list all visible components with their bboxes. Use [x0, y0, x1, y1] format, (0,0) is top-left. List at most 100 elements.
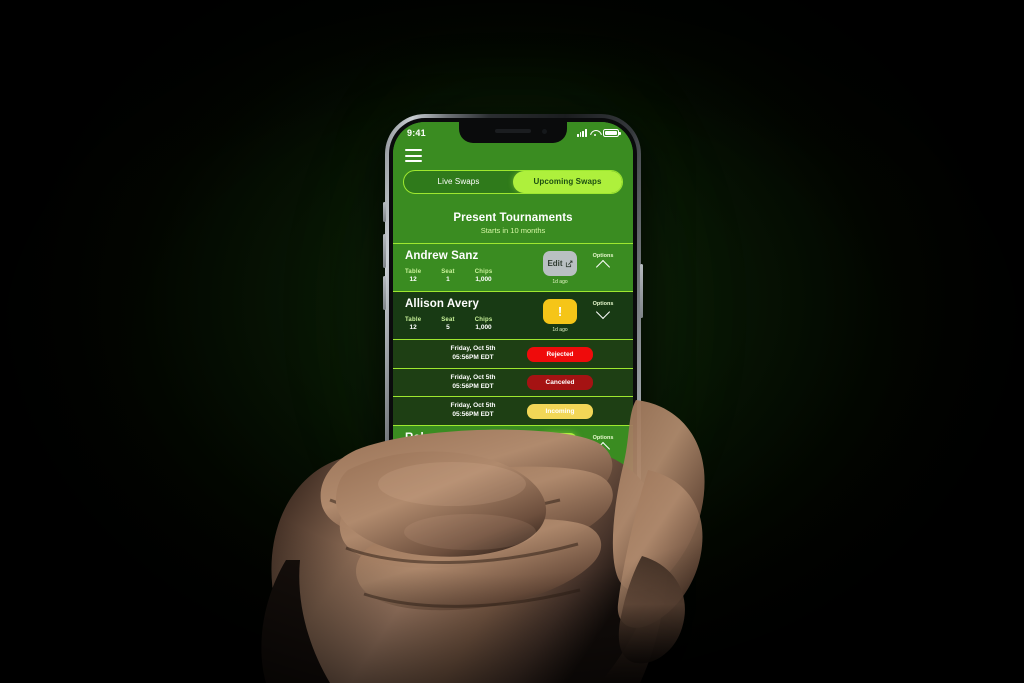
section-subtitle: Starts in 10 months [480, 226, 546, 236]
front-camera [542, 129, 547, 134]
stat-table: Table Table [405, 450, 422, 465]
volume-down-button[interactable] [383, 276, 386, 310]
swap-card-action: Edit 1d ago [537, 251, 583, 285]
stat-label-table: Table [405, 450, 422, 457]
timestamp-ago: 1d ago [552, 460, 568, 467]
page-title: Present Tournaments [453, 212, 573, 225]
stat-chips: Chips 1,000 [475, 269, 493, 284]
nav-label-line1: Event [580, 589, 596, 596]
swaps-feed: Andrew Sanz Table 12 Seat 1 Chips 1,000 … [393, 243, 633, 558]
status-date-line2: 05:56PM EDT [452, 354, 494, 362]
stat-label-chips: Chips [474, 268, 493, 275]
screenshot-stage: 9:41 Live Swaps Upcoming Swaps Present T… [0, 0, 1024, 683]
phone-screen: 9:41 Live Swaps Upcoming Swaps Present T… [393, 122, 633, 624]
tab-live-swaps[interactable]: Live Swaps [404, 171, 513, 193]
nav-label-line1: Event [505, 589, 521, 596]
status-date: Friday, Oct 5th 05:56PM EDT [433, 345, 513, 363]
stat-label-chips: Chips [474, 316, 493, 323]
nav-item-active-swaps[interactable]: Active Swaps [413, 566, 464, 608]
player-name: Allison Avery [405, 298, 479, 311]
options-toggle[interactable]: Options [583, 301, 623, 320]
swap-card-info: Robert Benderson Table Table [405, 432, 537, 465]
player-stats: Table 12 Seat 5 Chips 1,000 [405, 317, 537, 332]
volume-up-button[interactable] [383, 234, 386, 268]
stat-table: Table 12 [405, 317, 421, 332]
phone-bezel: 9:41 Live Swaps Upcoming Swaps Present T… [389, 118, 637, 628]
feed-empty-space [393, 472, 633, 532]
stat-value-table: Table [405, 457, 422, 465]
status-date-line2: 05:56PM EDT [452, 411, 494, 419]
percent-add-button[interactable]: 10% + [543, 432, 577, 458]
options-toggle[interactable]: Options [583, 253, 623, 275]
edit-button[interactable]: Edit [543, 251, 577, 277]
app-container: 9:41 Live Swaps Upcoming Swaps Present T… [393, 122, 633, 624]
options-toggle[interactable]: Options [583, 434, 623, 457]
device-notch [459, 122, 567, 143]
trophy-icon [504, 572, 522, 587]
stat-value-chips: 1,000 [475, 276, 492, 284]
stat-seat: Seat 1 [441, 269, 454, 284]
nav-label-line2: Results [577, 596, 598, 603]
swap-card-allison-avery[interactable]: Allison Avery Table 12 Seat 5 Chips 1,00… [393, 291, 633, 340]
status-row[interactable]: Friday, Oct 5th 05:56PM EDT Canceled [393, 367, 633, 397]
timestamp-ago: 1d ago [552, 279, 568, 286]
status-row[interactable]: Friday, Oct 5th 05:56PM EDT Incoming [393, 396, 633, 425]
status-badge[interactable]: Canceled [527, 375, 593, 391]
tab-upcoming-swaps[interactable]: Upcoming Swaps [513, 171, 622, 194]
nav-label: Event Listing [504, 590, 522, 604]
section-header: Present Tournaments Starts in 10 months [393, 194, 633, 243]
player-name: Robert Benderson [405, 431, 507, 444]
stat-value-seat: 1 [446, 276, 450, 284]
swap-card-robert-benderson[interactable]: Robert Benderson Table Table 10% + 1d ag… [393, 424, 633, 473]
status-date: Friday, Oct 5th 05:56PM EDT [433, 402, 513, 420]
stat-label-seat: Seat [441, 268, 455, 275]
player-stats: Table Table [405, 450, 537, 465]
chevron-up-icon [595, 441, 611, 457]
stat-value-chips: 1,000 [475, 324, 492, 332]
alert-button[interactable]: ! [543, 299, 577, 325]
swap-card-info: Andrew Sanz Table 12 Seat 1 Chips 1,000 [405, 250, 537, 283]
money-speech-bubble-icon: $ [579, 572, 597, 587]
timestamp-ago: 1d ago [552, 327, 568, 334]
swap-card-action: 10% + 1d ago [537, 432, 583, 467]
stat-value-seat: 5 [446, 324, 450, 332]
app-top-bar [393, 143, 633, 164]
bottom-navigation: Active Swaps Event Listing $ Event Resul… [393, 558, 633, 624]
chevron-up-icon [595, 260, 611, 275]
edit-button-label: Edit [547, 259, 563, 269]
status-date: Friday, Oct 5th 05:56PM EDT [433, 374, 513, 392]
stat-label-table: Table [405, 316, 422, 323]
stat-table: Table 12 [405, 269, 421, 284]
nav-label-line1: Active [430, 589, 447, 596]
hamburger-menu-icon[interactable] [405, 149, 422, 163]
status-badge[interactable]: Incoming [527, 403, 593, 419]
player-stats: Table 12 Seat 1 Chips 1,000 [405, 269, 537, 284]
nav-label-line2: Listing [503, 596, 522, 603]
stat-seat: Seat 5 [441, 317, 454, 332]
percent-add-icon: 10% + [548, 440, 572, 450]
stat-label-table: Table [405, 268, 422, 275]
mute-switch[interactable] [383, 202, 386, 222]
status-date-line1: Friday, Oct 5th [450, 402, 496, 410]
swap-card-action: ! 1d ago [537, 299, 583, 333]
nav-label: Active Swaps [430, 590, 447, 604]
nav-item-event-listing[interactable]: Event Listing [488, 567, 538, 608]
status-row[interactable]: Friday, Oct 5th 05:56PM EDT Rejected [393, 339, 633, 368]
options-label: Options [592, 253, 614, 260]
handshake-icon [429, 572, 447, 587]
edit-square-icon [565, 260, 572, 267]
stat-label-seat: Seat [441, 316, 455, 323]
chevron-down-icon [595, 305, 611, 320]
options-label: Options [592, 434, 614, 441]
status-badge[interactable]: Rejected [527, 346, 593, 362]
cellular-signal-icon [576, 129, 587, 137]
status-date-line2: 05:56PM EDT [452, 382, 494, 390]
status-date-line1: Friday, Oct 5th [450, 345, 496, 353]
swap-card-andrew-sanz[interactable]: Andrew Sanz Table 12 Seat 1 Chips 1,000 … [393, 243, 633, 292]
swap-card-info: Allison Avery Table 12 Seat 5 Chips 1,00… [405, 298, 537, 331]
nav-label-line2: Swaps [429, 596, 448, 603]
nav-item-event-results[interactable]: $ Event Results [563, 567, 613, 608]
stat-value-table: 12 [409, 324, 417, 332]
battery-full-icon [603, 128, 621, 137]
power-button[interactable] [640, 264, 643, 318]
